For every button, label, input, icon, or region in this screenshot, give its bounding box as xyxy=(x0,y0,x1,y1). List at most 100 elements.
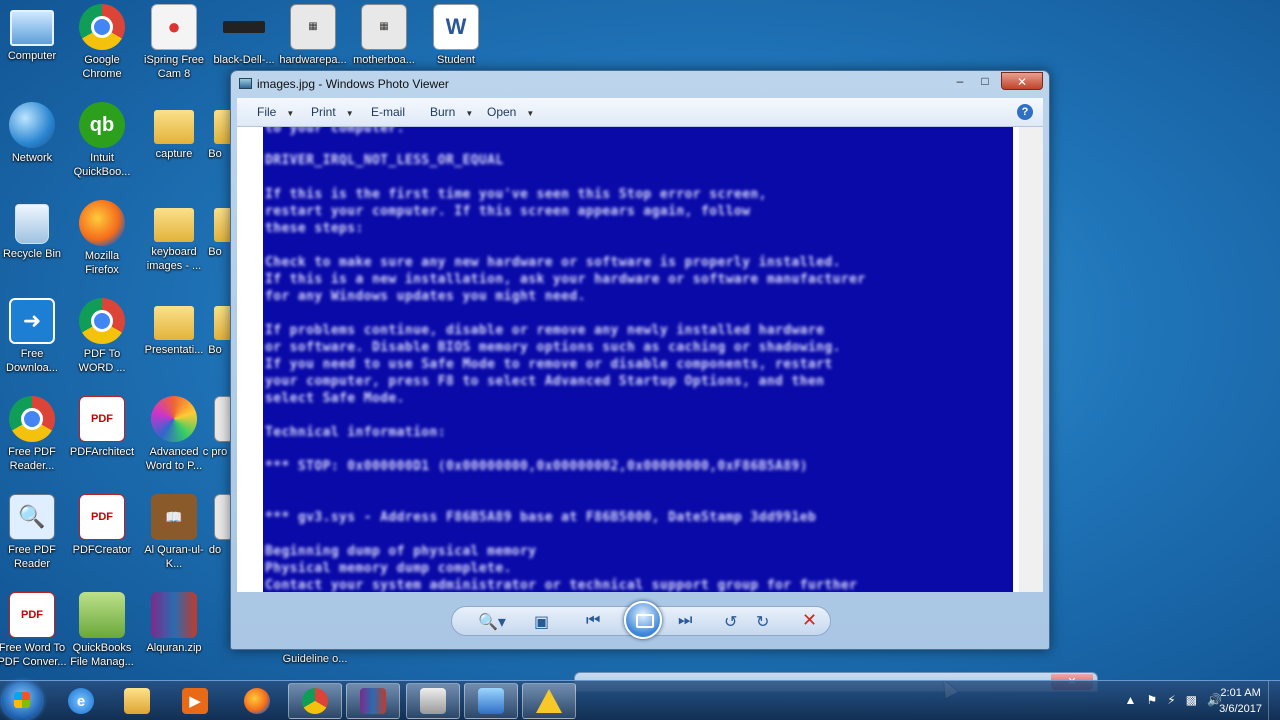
desktop-icon-presentation[interactable]: Presentati... xyxy=(139,298,209,357)
minimize-button[interactable]: – xyxy=(949,72,971,90)
desktop-icon-free-pdf-reader[interactable]: 🔍 Free PDF Reader xyxy=(0,494,67,571)
fit-window-icon[interactable]: ▣ xyxy=(534,612,549,632)
desktop-icon-quickbooks[interactable]: qb Intuit QuickBoo... xyxy=(67,102,137,179)
desktop-icon-ispring[interactable]: ● iSpring Free Cam 8 xyxy=(139,4,209,81)
title-bar[interactable]: images.jpg - Windows Photo Viewer – □ ✕ xyxy=(231,71,1049,97)
menu-email-label: E-mail xyxy=(371,105,406,119)
rotate-counterclockwise-icon[interactable]: ↺ xyxy=(724,612,737,632)
desktop-icon-alquran-zip[interactable]: Alquran.zip xyxy=(139,592,209,655)
flag-icon[interactable]: ⚑ xyxy=(1146,693,1157,707)
taskbar-winrar[interactable] xyxy=(346,683,400,719)
taskbar-media-player[interactable]: ▶ xyxy=(168,683,222,719)
desktop-icon-label: Advanced Word to P... xyxy=(145,446,203,472)
image-text-line: Contact your system administrator or tec… xyxy=(265,578,858,592)
desktop-icon-free-download[interactable]: ➜ Free Downloa... xyxy=(0,298,67,375)
desktop-icon-bo-3[interactable]: Bo xyxy=(200,298,230,357)
desktop-icon-firefox[interactable]: Mozilla Firefox xyxy=(67,200,137,277)
desktop-icon-label: Free PDF Reader... xyxy=(8,446,56,472)
help-icon[interactable]: ? xyxy=(1017,104,1033,120)
desktop-icon-al-quran[interactable]: 📖 Al Quran-ul-K... xyxy=(139,494,209,571)
image-text-line: restart your computer. If this screen ap… xyxy=(265,204,751,219)
power-icon[interactable]: ⚡ xyxy=(1167,693,1175,707)
desktop-icon-google-chrome[interactable]: Google Chrome xyxy=(67,4,137,81)
desktop-icon-guideline[interactable]: Guideline o... xyxy=(280,652,350,666)
chevron-down-icon: ▼ xyxy=(286,109,295,118)
desktop-icon-capture[interactable]: capture xyxy=(139,102,209,161)
desktop-icon-bo-2[interactable]: Bo xyxy=(200,200,230,259)
desktop-icon-label: Recycle Bin xyxy=(2,248,62,260)
show-desktop-button[interactable] xyxy=(1268,681,1280,720)
displayed-image: to your computer. DRIVER_IRQL_NOT_LESS_O… xyxy=(263,127,1013,592)
image-viewer-area: to your computer. DRIVER_IRQL_NOT_LESS_O… xyxy=(237,127,1043,592)
desktop-icon-label: Bo xyxy=(208,246,222,258)
network-signal-icon[interactable]: ▩ xyxy=(1186,693,1197,707)
desktop-icon-label: Free Downloa... xyxy=(6,348,58,374)
slideshow-icon[interactable] xyxy=(624,601,662,639)
desktop-icon-free-word-to-pdf[interactable]: PDF Free Word To PDF Conver... xyxy=(0,592,67,669)
desktop-icon-free-pdf-reader-chrome[interactable]: Free PDF Reader... xyxy=(0,396,67,473)
ispring-icon: ● xyxy=(151,4,197,50)
menu-email[interactable]: E-mail xyxy=(371,105,405,119)
desktop-icon-label: Network xyxy=(11,152,53,164)
taskbar-firefox[interactable] xyxy=(230,683,284,719)
desktop-icon-label: QuickBooks File Manag... xyxy=(70,642,134,668)
desktop-icon-advanced-word[interactable]: Advanced Word to P... xyxy=(139,396,209,473)
pdf-reader-icon: 🔍 xyxy=(9,494,55,540)
image-text-line: to your computer. xyxy=(265,127,405,136)
desktop-icon-label: iSpring Free Cam 8 xyxy=(144,54,204,80)
network-icon xyxy=(9,102,55,148)
image-file-icon: ▦ xyxy=(290,4,336,50)
image-text-line: *** STOP: 0x000000D1 (0x00000000,0x00000… xyxy=(265,459,808,474)
close-button[interactable]: ✕ xyxy=(1001,72,1043,90)
taskbar-printer[interactable] xyxy=(406,683,460,719)
desktop-icon-hardwareparts[interactable]: ▦ hardwarepa... xyxy=(278,4,348,67)
desktop-icon-motherboard[interactable]: ▦ motherboa... xyxy=(349,4,419,67)
desktop-icon-do[interactable]: do xyxy=(200,494,230,557)
maximize-button[interactable]: □ xyxy=(973,72,997,90)
taskbar-internet-explorer[interactable]: e xyxy=(54,683,108,719)
desktop-icon-pdfarchitect[interactable]: PDF PDFArchitect xyxy=(67,396,137,459)
taskbar-windows-explorer[interactable] xyxy=(110,683,164,719)
menu-file[interactable]: File ▼ xyxy=(257,105,294,119)
desktop-icon-network[interactable]: Network xyxy=(0,102,67,165)
rotate-clockwise-icon[interactable]: ↻ xyxy=(756,612,769,632)
desktop-icon-c-pro[interactable]: c pro xyxy=(200,396,230,459)
desktop-icon-student[interactable]: W Student xyxy=(421,4,491,67)
word-document-icon: W xyxy=(433,4,479,50)
computer-icon xyxy=(10,10,54,46)
desktop-icon-keyboard-images[interactable]: keyboard images - ... xyxy=(139,200,209,273)
desktop-icon-computer[interactable]: Computer xyxy=(0,4,67,63)
previous-icon[interactable]: ⏮ xyxy=(586,612,600,630)
chrome-icon xyxy=(79,298,125,344)
system-tray: ▲ ⚑ ⚡ ▩ 🔊 xyxy=(1125,693,1222,707)
firefox-icon xyxy=(79,200,125,246)
desktop-icon-bo-1[interactable]: Bo xyxy=(200,102,230,161)
show-hidden-icons-icon[interactable]: ▲ xyxy=(1125,693,1137,707)
image-text-line: *** gv3.sys - Address F86B5A89 base at F… xyxy=(265,510,817,525)
desktop-icon-recycle-bin[interactable]: Recycle Bin xyxy=(0,200,67,261)
start-button[interactable] xyxy=(2,682,42,720)
desktop-icon-label: Computer xyxy=(7,50,57,62)
photo-viewer-window[interactable]: images.jpg - Windows Photo Viewer – □ ✕ … xyxy=(230,70,1050,650)
desktop-icon-black-dell[interactable]: black-Dell-... xyxy=(209,4,279,67)
pdf-icon: PDF xyxy=(79,396,125,442)
desktop-icon-quickbooks-file-manager[interactable]: QuickBooks File Manag... xyxy=(67,592,137,669)
taskbar-warning[interactable] xyxy=(522,683,576,719)
desktop-icon-pdfcreator[interactable]: PDF PDFCreator xyxy=(67,494,137,557)
taskbar-chrome[interactable] xyxy=(288,683,342,719)
zoom-icon[interactable]: 🔍▾ xyxy=(478,612,506,632)
chevron-down-icon: ▼ xyxy=(465,109,474,118)
delete-icon[interactable]: ✕ xyxy=(802,610,817,631)
desktop-icon-pdf-to-word[interactable]: PDF To WORD ... xyxy=(67,298,137,375)
photo-viewer-app-icon xyxy=(239,78,252,89)
taskbar-photo-viewer[interactable] xyxy=(464,683,518,719)
menu-open[interactable]: Open ▼ xyxy=(487,105,534,119)
viewer-side-panel xyxy=(1019,127,1043,592)
chevron-down-icon: ▼ xyxy=(345,109,354,118)
menu-burn[interactable]: Burn ▼ xyxy=(430,105,473,119)
next-icon[interactable]: ⏭ xyxy=(678,612,692,630)
image-text-line: If this is the first time you've seen th… xyxy=(265,187,767,202)
menu-print[interactable]: Print ▼ xyxy=(311,105,354,119)
clock[interactable]: 2:01 AM 3/6/2017 xyxy=(1219,685,1262,717)
image-text-line: If you need to use Safe Mode to remove o… xyxy=(265,357,833,372)
